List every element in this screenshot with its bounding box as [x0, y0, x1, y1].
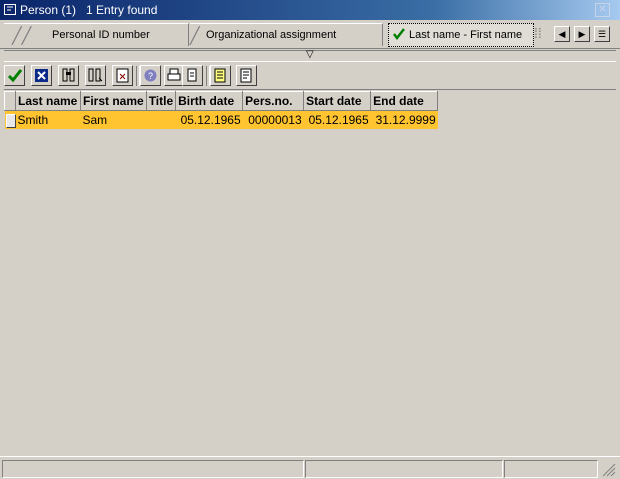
tab-personal-id[interactable]: ╱╱ Personal ID number [4, 23, 189, 46]
tab-prev-button[interactable]: ◀ [554, 26, 570, 42]
results-grid: Last name First name Title Birth date Pe… [4, 89, 616, 454]
status-bar [0, 456, 620, 479]
layout-button[interactable] [210, 65, 231, 86]
column-header-pers-no[interactable]: Pers.no. [242, 91, 305, 111]
column-header-start-date[interactable]: Start date [303, 91, 372, 111]
tab-org-assignment[interactable]: ╱ Organizational assignment [190, 23, 383, 46]
column-header-first-name[interactable]: First name [80, 91, 147, 111]
column-header-last-name[interactable]: Last name [15, 91, 81, 111]
tab-next-button[interactable]: ▶ [574, 26, 590, 42]
tab-edge-icon: ╱ [190, 28, 200, 45]
help-button[interactable]: ? [140, 65, 161, 86]
tab-last-first-name[interactable]: Last name - First name [388, 23, 534, 47]
find-button[interactable] [58, 65, 79, 86]
cell-first-name[interactable]: Sam [80, 110, 147, 129]
cell-last-name[interactable]: Smith [15, 110, 81, 129]
title-bar: Person (1) 1 Entry found ✕ [0, 0, 620, 20]
check-icon [7, 69, 23, 83]
cell-start-date[interactable]: 05.12.1965 [303, 110, 371, 129]
tab-strip: ╱╱ Personal ID number ╱ Organizational a… [0, 20, 620, 49]
attach-icon [116, 68, 129, 83]
help-icon: ? [144, 69, 157, 82]
window-title: Person (1) 1 Entry found [20, 3, 158, 17]
cell-title[interactable] [146, 110, 176, 129]
column-header-birth-date[interactable]: Birth date [175, 91, 244, 111]
splitter[interactable]: ▽ [4, 49, 616, 62]
tab-edge-icon: ╱╱ [12, 28, 32, 45]
status-field-info [305, 460, 503, 478]
window-icon [4, 4, 16, 15]
cancel-button[interactable] [31, 65, 52, 86]
cell-end-date[interactable]: 31.12.9999 [370, 110, 438, 129]
status-field-message [2, 460, 304, 478]
select-all-cell[interactable] [4, 91, 16, 111]
details-button[interactable] [236, 65, 257, 86]
layout-icon [214, 68, 226, 83]
cell-pers-no[interactable]: 00000013 [242, 110, 304, 129]
table-row[interactable]: Smith Sam 05.12.1965 00000013 05.12.1965… [4, 110, 438, 129]
row-selector[interactable] [4, 110, 16, 129]
find-next-button[interactable] [85, 65, 106, 86]
export-button[interactable] [182, 65, 203, 86]
tab-label: Personal ID number [52, 29, 150, 41]
confirm-button[interactable] [4, 65, 25, 86]
collapse-icon[interactable]: ▽ [306, 49, 314, 60]
column-header-end-date[interactable]: End date [370, 91, 439, 111]
find-icon [62, 68, 75, 82]
details-icon [240, 68, 252, 83]
cancel-icon [35, 69, 48, 82]
find-next-icon [88, 68, 103, 82]
tab-list-button[interactable]: ☰ [594, 26, 610, 42]
status-field-system [504, 460, 598, 478]
row-select-box[interactable] [5, 113, 16, 128]
tab-label: Organizational assignment [206, 29, 337, 41]
resize-grip-icon[interactable] [600, 461, 616, 477]
svg-text:?: ? [148, 71, 153, 81]
export-icon [187, 68, 197, 82]
results-table: Last name First name Title Birth date Pe… [4, 91, 439, 129]
tab-label: Last name - First name [409, 29, 523, 41]
tab-overflow-icon: ⁞⁞ [534, 25, 542, 41]
attach-button[interactable] [112, 65, 133, 86]
column-header-title[interactable]: Title [145, 91, 177, 111]
close-icon[interactable]: ✕ [595, 3, 610, 17]
check-icon [393, 28, 405, 41]
cell-birth-date[interactable]: 05.12.1965 [175, 110, 243, 129]
